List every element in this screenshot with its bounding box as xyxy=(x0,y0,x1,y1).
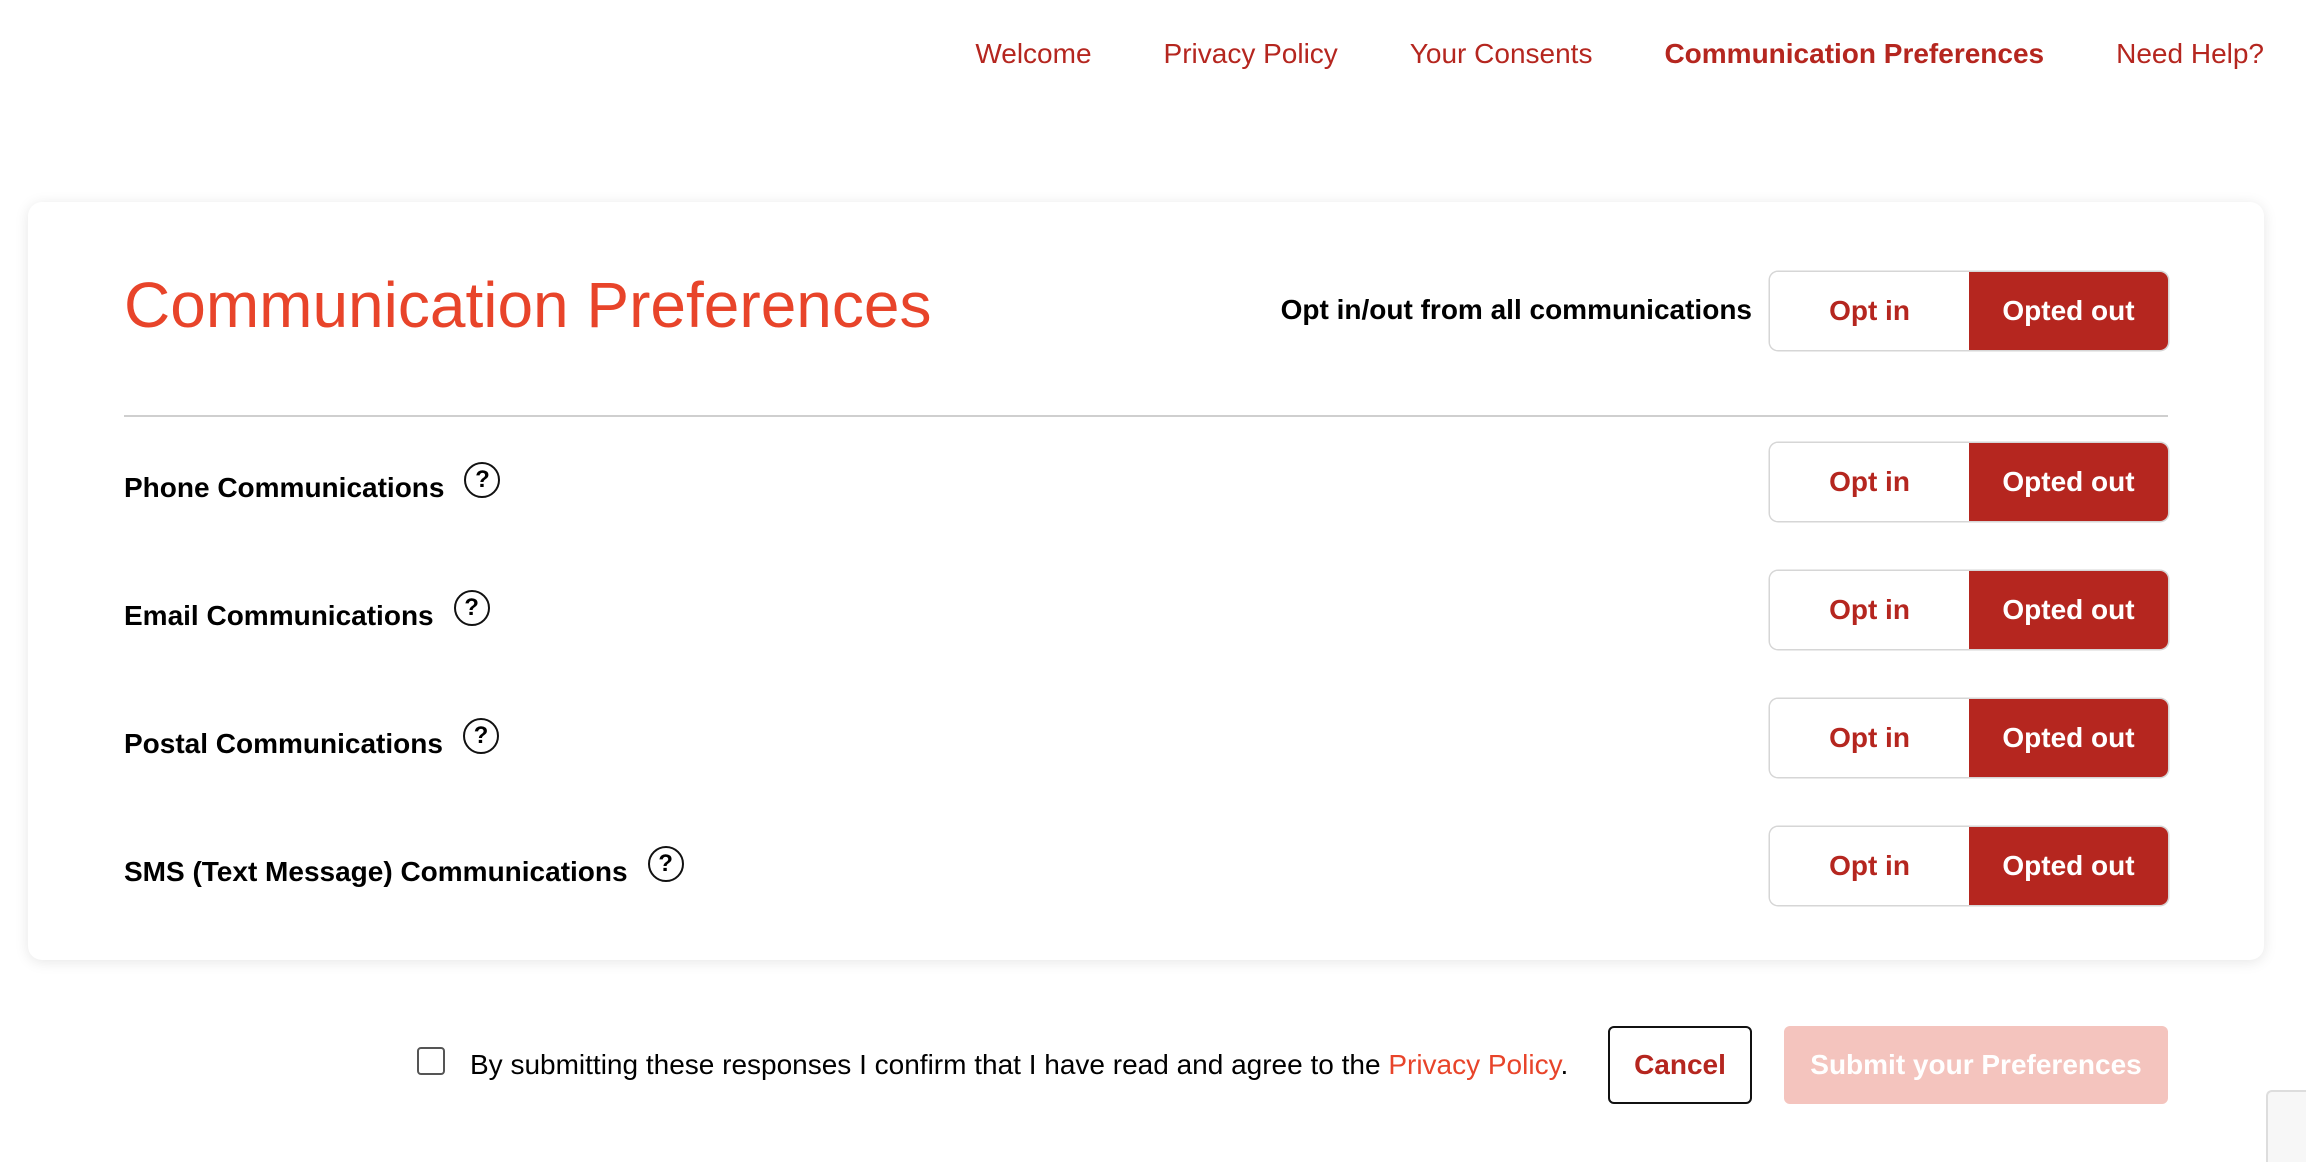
top-nav: Welcome Privacy Policy Your Consents Com… xyxy=(975,38,2264,70)
submit-preferences-button[interactable]: Submit your Preferences xyxy=(1784,1026,2168,1104)
form-footer: By submitting these responses I confirm … xyxy=(0,1026,2306,1106)
page: Welcome Privacy Policy Your Consents Com… xyxy=(0,0,2306,1162)
page-title: Communication Preferences xyxy=(124,269,932,341)
nav-privacy-policy[interactable]: Privacy Policy xyxy=(1164,38,1338,70)
postal-toggle: Opt in Opted out xyxy=(1770,699,2168,777)
phone-row-label: Phone Communications ? xyxy=(124,462,501,506)
nav-welcome[interactable]: Welcome xyxy=(975,38,1091,70)
recaptcha-badge[interactable] xyxy=(2266,1090,2306,1162)
phone-opted-out-button[interactable]: Opted out xyxy=(1969,443,2168,521)
postal-help-icon[interactable]: ? xyxy=(462,718,499,754)
preferences-card: Communication Preferences Opt in/out fro… xyxy=(28,202,2264,960)
agree-text: By submitting these responses I confirm … xyxy=(470,1049,1389,1080)
all-communications-toggle: Opt in Opted out xyxy=(1770,272,2168,350)
email-opt-in-button[interactable]: Opt in xyxy=(1770,571,1969,649)
all-communications-label: Opt in/out from all communications xyxy=(1280,294,1752,325)
phone-opt-in-button[interactable]: Opt in xyxy=(1770,443,1969,521)
sms-row-label: SMS (Text Message) Communications ? xyxy=(124,846,684,890)
sms-label: SMS (Text Message) Communications xyxy=(124,856,628,887)
postal-label: Postal Communications xyxy=(124,728,443,759)
cancel-button[interactable]: Cancel xyxy=(1608,1026,1752,1104)
email-label: Email Communications xyxy=(124,600,434,631)
all-opted-out-button[interactable]: Opted out xyxy=(1969,272,2168,350)
phone-toggle: Opt in Opted out xyxy=(1770,443,2168,521)
email-toggle: Opt in Opted out xyxy=(1770,571,2168,649)
divider xyxy=(124,415,2168,417)
agree-checkbox[interactable] xyxy=(417,1047,445,1075)
agree-statement: By submitting these responses I confirm … xyxy=(470,1049,1568,1081)
postal-row-label: Postal Communications ? xyxy=(124,718,499,762)
nav-communication-preferences[interactable]: Communication Preferences xyxy=(1664,38,2044,70)
nav-your-consents[interactable]: Your Consents xyxy=(1410,38,1593,70)
email-opted-out-button[interactable]: Opted out xyxy=(1969,571,2168,649)
sms-opt-in-button[interactable]: Opt in xyxy=(1770,827,1969,905)
sms-opted-out-button[interactable]: Opted out xyxy=(1969,827,2168,905)
postal-opted-out-button[interactable]: Opted out xyxy=(1969,699,2168,777)
sms-help-icon[interactable]: ? xyxy=(647,846,684,882)
phone-help-icon[interactable]: ? xyxy=(464,462,501,498)
privacy-policy-link[interactable]: Privacy Policy xyxy=(1388,1049,1560,1080)
agree-period: . xyxy=(1560,1049,1569,1080)
sms-toggle: Opt in Opted out xyxy=(1770,827,2168,905)
postal-opt-in-button[interactable]: Opt in xyxy=(1770,699,1969,777)
phone-label: Phone Communications xyxy=(124,472,445,503)
nav-need-help[interactable]: Need Help? xyxy=(2116,38,2264,70)
all-opt-in-button[interactable]: Opt in xyxy=(1770,272,1969,350)
email-row-label: Email Communications ? xyxy=(124,590,490,634)
email-help-icon[interactable]: ? xyxy=(453,590,490,626)
